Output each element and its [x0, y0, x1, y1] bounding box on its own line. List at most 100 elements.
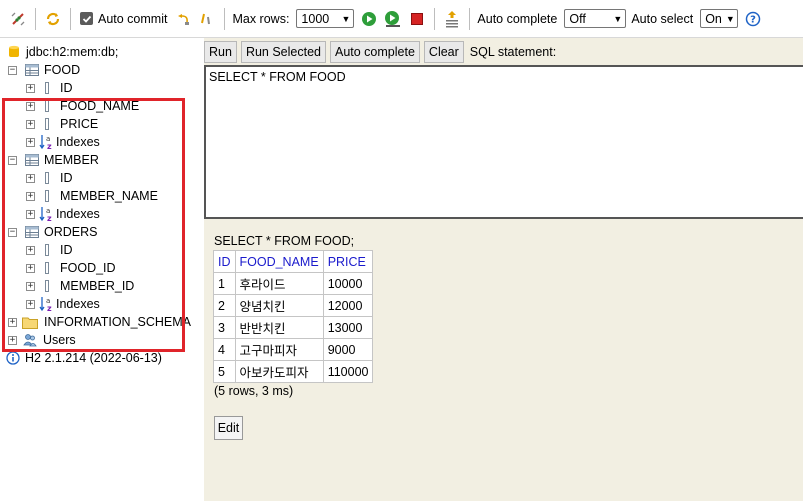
max-rows-value: 1000: [301, 11, 330, 26]
expand-icon[interactable]: +: [26, 209, 35, 219]
auto-complete-value: Off: [569, 11, 586, 26]
tree-version: H2 2.1.214 (2022-06-13): [6, 349, 162, 367]
tree-column[interactable]: + ID: [26, 79, 73, 97]
tree-column[interactable]: + MEMBER_ID: [26, 277, 134, 295]
expand-icon[interactable]: +: [8, 335, 17, 345]
tree-column[interactable]: + ID: [26, 241, 73, 259]
auto-complete-select[interactable]: Off ▼: [564, 9, 627, 28]
tree-connection[interactable]: jdbc:h2:mem:db;: [8, 43, 118, 61]
collapse-icon[interactable]: −: [8, 155, 17, 165]
expand-icon[interactable]: +: [26, 101, 35, 111]
refresh-icon[interactable]: [44, 10, 62, 28]
table-cell: 4: [213, 338, 236, 361]
run-selected-button[interactable]: Run Selected: [240, 41, 326, 63]
tree-table-food[interactable]: − FOOD: [8, 61, 80, 79]
tree-indexes[interactable]: + az Indexes: [26, 133, 100, 151]
sort-az-icon: az: [39, 206, 55, 222]
folder-icon: [22, 316, 38, 329]
auto-select-select[interactable]: On ▼: [700, 9, 739, 28]
help-symbol: ?: [750, 14, 756, 25]
commit-icon[interactable]: [198, 10, 216, 28]
column-icon: [45, 82, 49, 94]
tree-indexes[interactable]: + az Indexes: [26, 205, 100, 223]
table-name: MEMBER: [44, 153, 99, 167]
collapse-icon[interactable]: −: [8, 227, 17, 237]
tree-column[interactable]: + ID: [26, 169, 73, 187]
tree-column[interactable]: + PRICE: [26, 115, 98, 133]
column-icon: [45, 172, 49, 184]
column-name: MEMBER_NAME: [60, 189, 158, 203]
clear-button[interactable]: Clear: [423, 41, 464, 63]
query-button-row: Run Run Selected Auto complete Clear SQL…: [204, 41, 556, 63]
indexes-label: Indexes: [56, 297, 100, 311]
tree-column[interactable]: + FOOD_ID: [26, 259, 116, 277]
tree-table-orders[interactable]: − ORDERS: [8, 223, 97, 241]
toolbar: Auto commit Max rows: 1000 ▼ Auto comple…: [0, 0, 803, 38]
table-cell: 양념치킨: [234, 294, 324, 317]
table-row: 1 후라이드 10000: [213, 272, 374, 295]
table-header-row: ID FOOD_NAME PRICE: [213, 250, 374, 273]
tree-column[interactable]: + FOOD_NAME: [26, 97, 139, 115]
auto-complete-label: Auto complete: [477, 11, 558, 26]
stop-icon[interactable]: [408, 10, 426, 28]
sql-editor[interactable]: SELECT * FROM FOOD: [204, 65, 803, 219]
run-button[interactable]: Run: [204, 41, 237, 63]
edit-button[interactable]: Edit: [214, 416, 243, 440]
rollback-icon[interactable]: [174, 10, 192, 28]
auto-complete-button[interactable]: Auto complete: [330, 41, 420, 63]
auto-commit-checkbox[interactable]: [80, 12, 93, 25]
table-row: 5 아보카도피자 110000: [213, 360, 374, 383]
expand-icon[interactable]: +: [8, 317, 17, 327]
toolbar-separator: [224, 7, 226, 30]
expand-icon[interactable]: +: [26, 173, 35, 183]
chevron-down-icon: ▼: [341, 13, 351, 24]
column-icon: [45, 118, 49, 130]
expand-icon[interactable]: +: [26, 137, 35, 147]
expand-icon[interactable]: +: [26, 299, 35, 309]
svg-text:z: z: [47, 142, 52, 150]
toolbar-separator: [434, 7, 436, 30]
result-table: ID FOOD_NAME PRICE 1 후라이드 10000 2 양념치킨 1…: [213, 250, 374, 383]
result-query-text: SELECT * FROM FOOD;: [214, 234, 355, 248]
disconnect-icon[interactable]: [9, 10, 27, 28]
expand-icon[interactable]: +: [26, 263, 35, 273]
column-icon: [45, 244, 49, 256]
table-cell: 반반치킨: [234, 316, 324, 339]
database-icon: [8, 45, 20, 59]
column-name: ID: [60, 243, 73, 257]
expand-icon[interactable]: +: [26, 281, 35, 291]
expand-icon[interactable]: +: [26, 83, 35, 93]
toolbar-separator: [469, 7, 471, 30]
column-header[interactable]: PRICE: [322, 250, 374, 273]
tree-column[interactable]: + MEMBER_NAME: [26, 187, 158, 205]
column-header[interactable]: ID: [213, 250, 236, 273]
expand-icon[interactable]: +: [26, 119, 35, 129]
help-icon[interactable]: ?: [744, 10, 762, 28]
tree-indexes[interactable]: + az Indexes: [26, 295, 100, 313]
table-cell: 110000: [322, 360, 374, 383]
auto-select-value: On: [705, 11, 722, 26]
column-icon: [45, 190, 49, 202]
column-name: ID: [60, 81, 73, 95]
column-name: PRICE: [60, 117, 99, 131]
info-icon: [6, 351, 20, 365]
tree-information-schema[interactable]: + INFORMATION_SCHEMA: [8, 313, 191, 331]
collapse-icon[interactable]: −: [8, 65, 17, 75]
auto-select-label: Auto select: [631, 11, 694, 26]
run-selected-icon[interactable]: [384, 10, 402, 28]
schema-tree: jdbc:h2:mem:db; − FOOD + ID + FOOD_NAME …: [0, 38, 204, 501]
table-name: FOOD: [44, 63, 81, 77]
expand-icon[interactable]: +: [26, 191, 35, 201]
column-icon: [45, 262, 49, 274]
max-rows-select[interactable]: 1000 ▼: [296, 9, 355, 28]
tree-users[interactable]: + Users: [8, 331, 76, 349]
column-header[interactable]: FOOD_NAME: [234, 250, 324, 273]
expand-icon[interactable]: +: [26, 245, 35, 255]
run-icon[interactable]: [360, 10, 378, 28]
column-name: FOOD_NAME: [60, 99, 140, 113]
connection-label: jdbc:h2:mem:db;: [26, 45, 119, 59]
table-cell: 후라이드: [234, 272, 324, 295]
tree-table-member[interactable]: − MEMBER: [8, 151, 99, 169]
table-cell: 아보카도피자: [234, 360, 324, 383]
history-icon[interactable]: [443, 10, 461, 28]
